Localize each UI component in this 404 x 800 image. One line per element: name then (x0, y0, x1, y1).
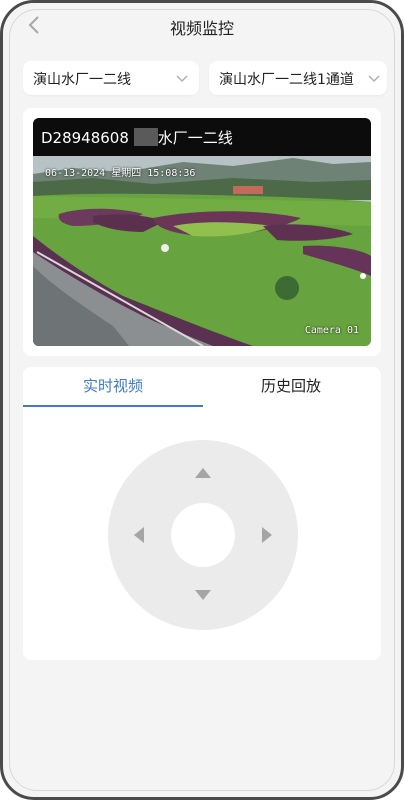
page-title: 视频监控 (169, 19, 234, 38)
video-player[interactable]: D28948608 水厂一二线 06-13-2024 星期四 15:08:36 … (33, 118, 371, 346)
chevron-down-icon (368, 75, 380, 83)
arrow-left-icon[interactable] (134, 527, 144, 543)
control-card: 实时视频 历史回放 (23, 367, 381, 660)
app-header: 视频监控 (3, 3, 401, 53)
chevron-down-icon (176, 75, 188, 83)
tab-live-video[interactable]: 实时视频 (23, 367, 203, 407)
phone-frame: 视频监控 演山水厂一二线 演山水厂一二线1通道 D28948608 水厂一二线 (0, 0, 404, 800)
channel-select-value: 演山水厂一二线1通道 (219, 72, 354, 88)
arrow-right-icon[interactable] (262, 527, 272, 543)
tab-history-playback[interactable]: 历史回放 (201, 367, 381, 407)
video-osd-datetime: 06-13-2024 星期四 15:08:36 (45, 168, 196, 179)
ptz-center-button[interactable] (171, 503, 235, 567)
video-osd-camera-label: Camera 01 (304, 325, 359, 336)
video-title-bar: D28948608 水厂一二线 (33, 118, 371, 156)
camera-id: D28948608 (41, 129, 129, 147)
arrow-down-icon[interactable] (195, 590, 211, 600)
video-camera-name: D28948608 水厂一二线 (41, 127, 233, 148)
ptz-control-pad (108, 440, 298, 630)
redacted-block (133, 128, 158, 146)
video-card: D28948608 水厂一二线 06-13-2024 星期四 15:08:36 … (23, 108, 381, 356)
station-select-value: 演山水厂一二线 (33, 72, 131, 88)
station-select[interactable]: 演山水厂一二线 (23, 61, 199, 95)
camera-location: 水厂一二线 (157, 129, 233, 147)
active-tab-indicator (23, 405, 203, 407)
camera-feed-image (33, 156, 371, 346)
arrow-up-icon[interactable] (195, 468, 211, 478)
channel-select[interactable]: 演山水厂一二线1通道 (209, 61, 387, 95)
